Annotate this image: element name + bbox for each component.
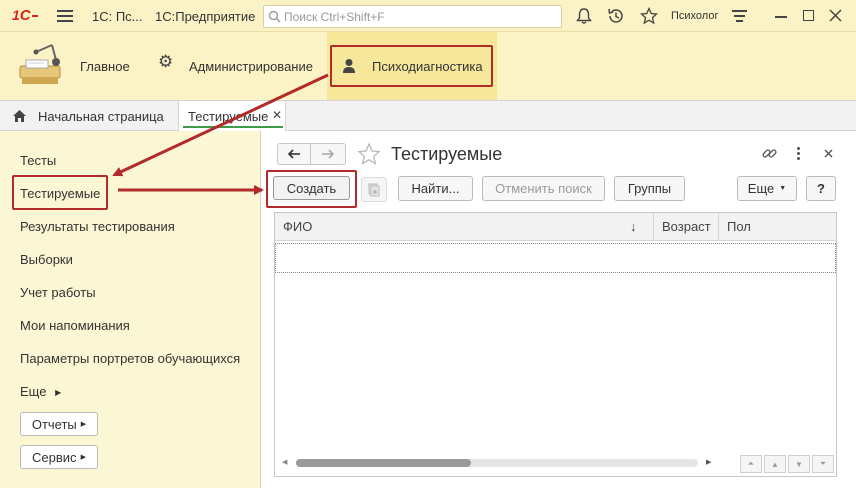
- app-logo: 1С: [12, 7, 38, 24]
- nav-item-samples[interactable]: Выборки: [20, 252, 73, 267]
- tab-active-underline: [183, 126, 283, 128]
- chevron-down-icon: ▼: [779, 185, 787, 192]
- favorites-star-icon[interactable]: [640, 7, 658, 25]
- service-button-label: Сервис: [32, 449, 77, 465]
- minimize-icon[interactable]: [775, 16, 787, 18]
- app-name: 1С:Предприятие: [155, 9, 256, 24]
- close-icon[interactable]: [829, 9, 842, 22]
- horizontal-scrollbar-thumb[interactable]: [296, 459, 471, 467]
- copy-icon: [368, 183, 380, 196]
- link-icon[interactable]: [761, 145, 778, 162]
- cancel-search-button[interactable]: Отменить поиск: [482, 176, 605, 201]
- highlight-section-box: [330, 45, 493, 87]
- scroll-down-icon[interactable]: ▼: [788, 455, 810, 473]
- more-button[interactable]: Еще ▼: [737, 176, 797, 201]
- section-admin-label: Администрирование: [189, 59, 313, 74]
- column-header-gender[interactable]: Пол: [727, 219, 751, 234]
- search-icon: [268, 10, 281, 23]
- nav-item-test-results[interactable]: Результаты тестирования: [20, 219, 175, 234]
- tab-testees-label: Тестируемые: [188, 109, 269, 124]
- arrow-left-icon: [287, 149, 300, 159]
- highlight-create-box: [266, 170, 357, 208]
- column-header-age[interactable]: Возраст: [662, 219, 711, 234]
- nav-item-reminders[interactable]: Мои напоминания: [20, 318, 130, 333]
- section-main-label: Главное: [80, 59, 130, 74]
- arrow-right-icon: [322, 149, 335, 159]
- column-header-name[interactable]: ФИО: [283, 219, 312, 234]
- groups-button[interactable]: Группы: [614, 176, 685, 201]
- copy-button: [361, 177, 387, 202]
- settings-menu-icon[interactable]: [732, 9, 747, 23]
- search-input[interactable]: Поиск Ctrl+Shift+F: [263, 5, 562, 28]
- favorite-star-icon[interactable]: [357, 142, 381, 166]
- scroll-top-icon[interactable]: ⏶: [740, 455, 762, 473]
- scroll-left-arrow[interactable]: ◀: [282, 458, 287, 466]
- form-close-icon[interactable]: [824, 149, 833, 158]
- bell-icon[interactable]: [575, 7, 593, 25]
- highlight-nav-testees-box: [12, 175, 108, 210]
- chevron-right-icon: ▶: [55, 388, 62, 398]
- form-title: Тестируемые: [391, 144, 503, 164]
- column-divider: [653, 213, 654, 241]
- back-button[interactable]: [277, 143, 311, 165]
- nav-more[interactable]: Еще ▶: [20, 384, 61, 399]
- tab-home[interactable]: Начальная страница: [0, 101, 176, 131]
- user-name[interactable]: Психолог: [671, 10, 718, 22]
- gear-icon: ⚙: [158, 52, 174, 71]
- horizontal-scrollbar-track[interactable]: [296, 459, 698, 467]
- section-main[interactable]: Главное: [14, 40, 139, 92]
- section-admin[interactable]: ⚙ Администрирование: [158, 52, 318, 78]
- table-header: [275, 213, 836, 241]
- chevron-right-icon: ▶: [80, 421, 87, 428]
- scroll-up-icon[interactable]: ▲: [764, 455, 786, 473]
- more-actions-icon[interactable]: [797, 147, 800, 160]
- tab-home-label: Начальная страница: [38, 109, 164, 124]
- tab-testees[interactable]: Тестируемые ✕: [178, 101, 286, 131]
- sort-arrow-icon: ↓: [630, 219, 637, 234]
- home-icon: [13, 110, 26, 122]
- scroll-right-arrow[interactable]: ▶: [706, 458, 711, 466]
- window-title: 1С: Пс...: [92, 9, 143, 24]
- scroll-bottom-icon[interactable]: ⏷: [812, 455, 834, 473]
- menu-icon[interactable]: [57, 10, 73, 22]
- nav-item-student-portraits[interactable]: Параметры портретов обучающихся: [20, 351, 240, 366]
- nav-item-tests[interactable]: Тесты: [20, 153, 56, 168]
- table-row[interactable]: [275, 243, 836, 273]
- chevron-right-icon: ▶: [80, 454, 86, 461]
- tab-close-icon[interactable]: ✕: [272, 108, 282, 122]
- reports-button-label: Отчеты: [31, 416, 77, 432]
- desk-lamp-icon: [19, 44, 61, 84]
- nav-more-label: Еще: [20, 384, 47, 399]
- search-placeholder: Поиск Ctrl+Shift+F: [284, 10, 385, 24]
- service-button[interactable]: Сервис ▶: [20, 445, 98, 469]
- forward-button[interactable]: [311, 143, 346, 165]
- more-button-label: Еще: [747, 181, 775, 196]
- column-divider: [718, 213, 719, 241]
- maximize-icon[interactable]: [803, 10, 814, 21]
- find-button[interactable]: Найти...: [398, 176, 473, 201]
- nav-item-work-log[interactable]: Учет работы: [20, 285, 96, 300]
- history-icon[interactable]: [607, 7, 625, 25]
- reports-button[interactable]: Отчеты ▶: [20, 412, 98, 436]
- help-button[interactable]: ?: [806, 176, 836, 201]
